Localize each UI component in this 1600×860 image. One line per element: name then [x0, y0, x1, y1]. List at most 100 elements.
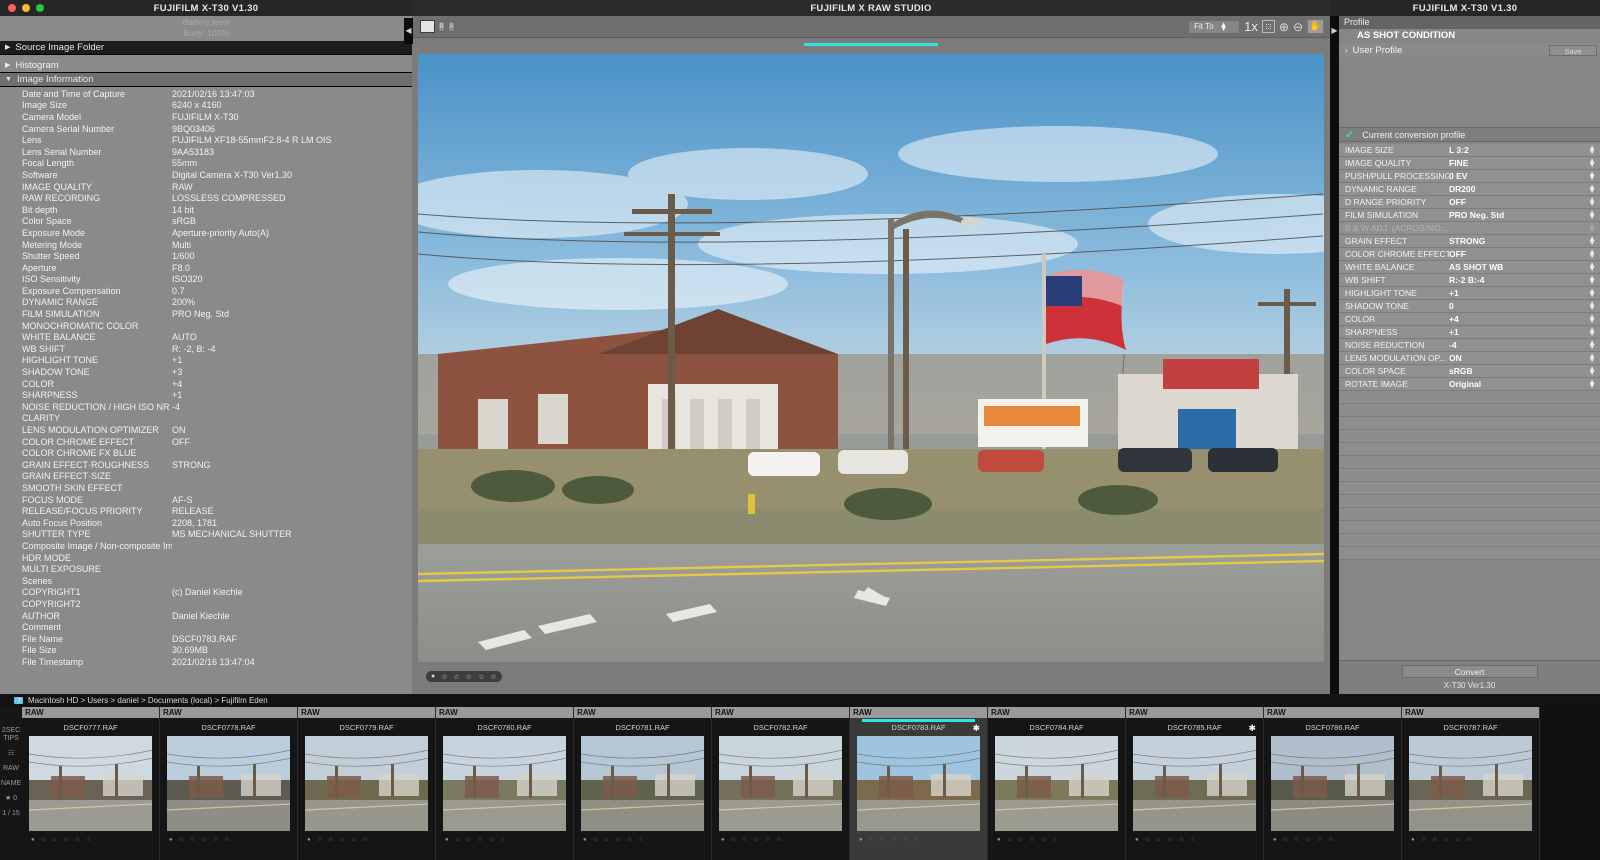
chevron-updown-icon[interactable]: ▲ ▼ [1588, 378, 1596, 390]
star-0[interactable]: ● [445, 837, 449, 843]
star-1[interactable]: ☆ [731, 836, 736, 843]
chevron-updown-icon[interactable]: ▲ ▼ [1588, 222, 1596, 234]
setting-row[interactable]: NOISE REDUCTION -4 ▲ ▼ [1339, 339, 1600, 352]
view-single-icon[interactable] [420, 20, 435, 33]
star-1[interactable]: ☆ [1421, 836, 1426, 843]
chevron-updown-icon[interactable]: ▲ ▼ [1588, 352, 1596, 364]
rail-item-5[interactable]: 1 / 15 [2, 810, 20, 818]
setting-row[interactable]: COLOR SPACE sRGB ▲ ▼ [1339, 365, 1600, 378]
star-4[interactable]: ☆ [1455, 836, 1460, 843]
star-0[interactable]: ● [721, 837, 725, 843]
star-3[interactable]: ☆ [891, 836, 896, 843]
thumbnail-item[interactable]: RAW DSCF0781.RAF ● ☆ ☆ ☆ ☆ ☆ [574, 707, 712, 860]
thumbnail-item[interactable]: RAW DSCF0780.RAF ● ☆ ☆ ☆ ☆ ☆ [436, 707, 574, 860]
star-5[interactable]: ☆ [1328, 836, 1333, 843]
thumbnail-image[interactable] [167, 736, 290, 831]
chevron-updown-icon[interactable]: ▲ ▼ [1588, 365, 1596, 377]
chevron-updown-icon[interactable]: ▲ ▼ [1588, 300, 1596, 312]
thumbnail-image[interactable] [857, 736, 980, 831]
thumbnail-item[interactable]: RAW DSCF0778.RAF ● ☆ ☆ ☆ ☆ ☆ [160, 707, 298, 860]
setting-row[interactable]: D RANGE PRIORITY OFF ▲ ▼ [1339, 196, 1600, 209]
setting-row[interactable]: COLOR +4 ▲ ▼ [1339, 313, 1600, 326]
setting-row[interactable]: ROTATE IMAGE Original ▲ ▼ [1339, 378, 1600, 391]
thumbnail-image[interactable] [995, 736, 1118, 831]
star-2[interactable]: ☆ [190, 836, 195, 843]
star-4[interactable]: ☆ [1179, 836, 1184, 843]
setting-row[interactable]: HIGHLIGHT TONE +1 ▲ ▼ [1339, 287, 1600, 300]
chevron-updown-icon[interactable]: ▲ ▼ [1588, 326, 1596, 338]
thumbnail-image[interactable] [1409, 736, 1532, 831]
maximize-icon[interactable] [36, 4, 44, 12]
thumbnail-item[interactable]: RAW DSCF0787.RAF ● ☆ ☆ ☆ ☆ ☆ [1402, 707, 1540, 860]
thumbnail-star-rating[interactable]: ● ☆ ☆ ☆ ☆ ☆ [574, 836, 711, 844]
star-3[interactable]: ☆ [753, 836, 758, 843]
thumbnail-star-rating[interactable]: ● ☆ ☆ ☆ ☆ ☆ [22, 836, 159, 844]
thumbnail-image[interactable] [1271, 736, 1394, 831]
thumbnail-item[interactable]: RAW DSCF0784.RAF ● ☆ ☆ ☆ ☆ ☆ [988, 707, 1126, 860]
star-5[interactable]: ☆ [86, 836, 91, 843]
star-2[interactable]: ☆ [1156, 836, 1161, 843]
star-0[interactable]: ● [859, 837, 863, 843]
user-profile-item[interactable]: › User Profile Save [1339, 43, 1600, 57]
star-1[interactable]: ☆ [1145, 836, 1150, 843]
chevron-updown-icon[interactable]: ▲ ▼ [1588, 196, 1596, 208]
star-1[interactable]: ☆ [317, 836, 322, 843]
star-5[interactable]: ☆ [1052, 836, 1057, 843]
rail-item-2[interactable]: RAW [3, 765, 19, 773]
star-5[interactable]: ☆ [224, 836, 229, 843]
star-3[interactable]: ☆ [1443, 836, 1448, 843]
rail-item-3[interactable]: NAME [1, 780, 21, 788]
zoom-out-icon[interactable]: ⊖ [1293, 20, 1303, 34]
star-rating-4[interactable]: ☆ [478, 673, 484, 681]
thumbnail-star-rating[interactable]: ● ☆ ☆ ☆ ☆ ☆ [850, 836, 987, 844]
thumbnail-star-rating[interactable]: ● ☆ ☆ ☆ ☆ ☆ [160, 836, 297, 844]
thumbnail-item-selected[interactable]: RAW DSCF0783.RAF ✱ ● ☆ ☆ ☆ ☆ ☆ [850, 707, 988, 860]
star-rating-1[interactable]: ☆ [441, 673, 447, 681]
setting-row[interactable]: LENS MODULATION OP... ON ▲ ▼ [1339, 352, 1600, 365]
setting-row[interactable]: SHARPNESS +1 ▲ ▼ [1339, 326, 1600, 339]
minimize-icon[interactable] [22, 4, 30, 12]
zoom-in-icon[interactable]: ⊕ [1279, 20, 1289, 34]
chevron-updown-icon[interactable]: ▲ ▼ [1588, 274, 1596, 286]
convert-button[interactable]: Convert [1401, 665, 1538, 678]
chevron-updown-icon[interactable]: ▲ ▼ [1588, 313, 1596, 325]
thumbnail-star-rating[interactable]: ● ☆ ☆ ☆ ☆ ☆ [988, 836, 1125, 844]
thumbnail-star-rating[interactable]: ● ☆ ☆ ☆ ☆ ☆ [1126, 836, 1263, 844]
star-5[interactable]: ☆ [500, 836, 505, 843]
star-0[interactable]: ● [997, 837, 1001, 843]
setting-row[interactable]: SHADOW TONE 0 ▲ ▼ [1339, 300, 1600, 313]
setting-row[interactable]: IMAGE SIZE L 3:2 ▲ ▼ [1339, 144, 1600, 157]
compare-b-icon[interactable]: B [438, 21, 445, 32]
chevron-updown-icon[interactable]: ▲ ▼ [1588, 144, 1596, 156]
star-0[interactable]: ● [169, 837, 173, 843]
star-2[interactable]: ☆ [1432, 836, 1437, 843]
star-4[interactable]: ☆ [903, 836, 908, 843]
raw-preview-image[interactable] [418, 54, 1324, 662]
star-rating-0[interactable]: ● [431, 673, 435, 680]
chevron-down-icon[interactable]: ▼ [16, 697, 23, 704]
thumbnail-star-rating[interactable]: ● ☆ ☆ ☆ ☆ ☆ [712, 836, 849, 844]
star-1[interactable]: ☆ [593, 836, 598, 843]
star-0[interactable]: ● [1135, 837, 1139, 843]
star-4[interactable]: ☆ [1317, 836, 1322, 843]
star-0[interactable]: ● [1273, 837, 1277, 843]
star-5[interactable]: ☆ [914, 836, 919, 843]
chevron-updown-icon[interactable]: ▲ ▼ [1588, 248, 1596, 260]
star-5[interactable]: ☆ [1466, 836, 1471, 843]
star-3[interactable]: ☆ [201, 836, 206, 843]
zoom-mode-select[interactable]: Fit To ▲ ▼ [1188, 19, 1241, 34]
thumbnail-image[interactable] [1133, 736, 1256, 831]
thumbnail-item[interactable]: RAW DSCF0786.RAF ● ☆ ☆ ☆ ☆ ☆ [1264, 707, 1402, 860]
star-5[interactable]: ☆ [362, 836, 367, 843]
thumbnail-item[interactable]: RAW DSCF0779.RAF ● ☆ ☆ ☆ ☆ ☆ [298, 707, 436, 860]
compare-a-icon[interactable]: A [448, 21, 455, 32]
setting-row[interactable]: PUSH/PULL PROCESSING 0 EV ▲ ▼ [1339, 170, 1600, 183]
star-2[interactable]: ☆ [466, 836, 471, 843]
chevron-updown-icon[interactable]: ▲ ▼ [1588, 261, 1596, 273]
star-2[interactable]: ☆ [328, 836, 333, 843]
setting-row[interactable]: DYNAMIC RANGE DR200 ▲ ▼ [1339, 183, 1600, 196]
thumbnail-item[interactable]: RAW DSCF0777.RAF ● ☆ ☆ ☆ ☆ ☆ [22, 707, 160, 860]
thumbnail-image[interactable] [305, 736, 428, 831]
breadcrumb[interactable]: ▼ Macintosh HD > Users > daniel > Docume… [0, 694, 1600, 707]
setting-row[interactable]: WB SHIFT R:-2 B:-4 ▲ ▼ [1339, 274, 1600, 287]
